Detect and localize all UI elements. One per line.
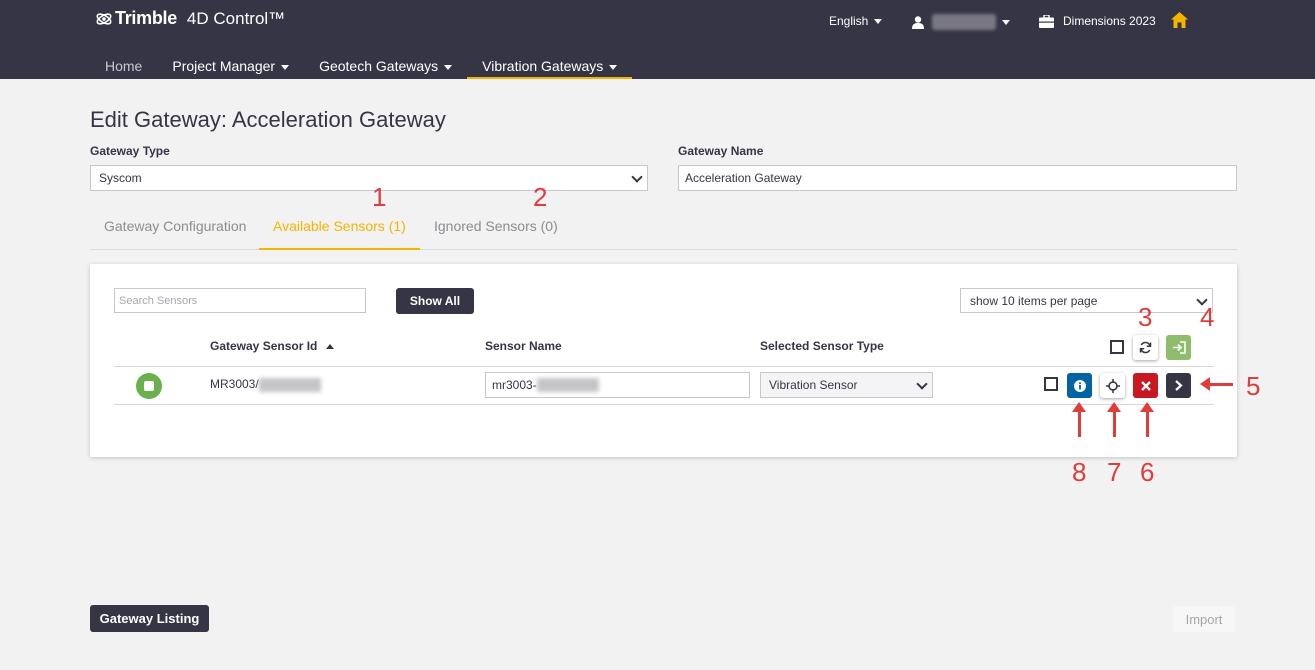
trimble-globe-icon <box>96 12 112 25</box>
chevron-down-icon <box>1002 19 1010 25</box>
chevron-down-icon <box>916 378 928 390</box>
annotation-arrow-7 <box>1107 402 1121 437</box>
tab-ignored-sensors[interactable]: Ignored Sensors (0) <box>420 205 572 250</box>
chevron-down-icon <box>631 171 643 183</box>
top-header: Trimble 4D Control™ English Dimensions 2… <box>0 0 1315 79</box>
chevron-down-icon <box>281 64 290 70</box>
gateway-listing-button[interactable]: Gateway Listing <box>90 605 209 632</box>
project-name: Dimensions 2023 <box>1063 14 1156 28</box>
crosshair-icon <box>1105 378 1120 393</box>
tab-label: Gateway Configuration <box>104 218 247 234</box>
annotation-arrow-5 <box>1200 377 1233 391</box>
language-dropdown[interactable]: English <box>829 14 883 28</box>
redacted-text <box>536 378 599 392</box>
annotation-7: 7 <box>1107 457 1122 487</box>
annotation-2: 2 <box>533 182 548 212</box>
annotation-6: 6 <box>1140 457 1155 487</box>
close-icon <box>1140 380 1151 391</box>
tab-gateway-configuration[interactable]: Gateway Configuration <box>90 205 260 250</box>
column-header-label: Gateway Sensor Id <box>210 339 318 353</box>
user-name-redacted <box>932 14 996 30</box>
vibration-sensor-icon <box>136 373 162 399</box>
sensor-id-text: MR3003/ <box>210 377 259 391</box>
nav-project-manager[interactable]: Project Manager <box>157 52 304 79</box>
chevron-down-icon <box>874 18 883 24</box>
tab-available-sensors[interactable]: Available Sensors (1) <box>259 205 420 250</box>
gateway-type-label: Gateway Type <box>90 144 170 158</box>
annotation-8: 8 <box>1072 457 1087 487</box>
project-selector[interactable]: Dimensions 2023 <box>1039 14 1156 28</box>
nav-geotech-gateways-label: Geotech Gateways <box>319 58 439 74</box>
sensors-card: Search Sensors Show All show 10 items pe… <box>90 264 1237 457</box>
select-all-checkbox[interactable] <box>1110 340 1124 354</box>
info-button[interactable] <box>1067 373 1092 398</box>
import-sensor-button[interactable] <box>1166 373 1191 398</box>
gateway-name-label: Gateway Name <box>678 144 764 158</box>
items-per-page-select[interactable]: show 10 items per page <box>960 288 1213 313</box>
nav-vibration-gateways[interactable]: Vibration Gateways <box>467 52 633 79</box>
annotation-3: 3 <box>1138 302 1153 332</box>
tab-label: Ignored Sensors (0) <box>434 218 558 234</box>
sensor-name-input[interactable]: mr3003- <box>485 372 750 398</box>
table-header-divider <box>114 366 1214 367</box>
column-header-sensor-id[interactable]: Gateway Sensor Id <box>210 339 335 353</box>
annotation-4: 4 <box>1200 302 1215 332</box>
sensor-name-text: mr3003- <box>492 378 537 392</box>
annotation-arrow-6 <box>1140 402 1154 437</box>
redacted-text <box>258 377 321 392</box>
annotation-arrow-8 <box>1072 402 1086 437</box>
locate-button[interactable] <box>1100 373 1125 398</box>
table-row-divider <box>114 404 1214 405</box>
annotation-5: 5 <box>1246 371 1261 401</box>
page-title: Edit Gateway: Acceleration Gateway <box>90 107 446 132</box>
gateway-listing-label: Gateway Listing <box>99 611 200 626</box>
gateway-type-select[interactable]: Syscom <box>90 165 648 191</box>
chevron-down-icon <box>609 64 618 70</box>
briefcase-icon <box>1039 14 1054 28</box>
info-icon <box>1073 379 1086 392</box>
nav-project-manager-label: Project Manager <box>172 58 276 74</box>
user-icon <box>912 15 924 29</box>
nav-home[interactable]: Home <box>90 52 157 79</box>
search-placeholder: Search Sensors <box>119 294 198 307</box>
main-nav: Home Project Manager Geotech Gateways Vi… <box>90 52 633 79</box>
sort-ascending-icon <box>326 344 335 350</box>
chevron-right-icon <box>1175 380 1183 391</box>
column-header-sensor-name: Sensor Name <box>485 339 562 353</box>
user-dropdown[interactable] <box>912 14 1010 30</box>
nav-vibration-gateways-label: Vibration Gateways <box>482 58 604 74</box>
per-page-value: show 10 items per page <box>970 293 1098 308</box>
brand-name: Trimble <box>115 8 177 28</box>
nav-home-label: Home <box>105 58 143 74</box>
ignore-sensor-button[interactable] <box>1133 373 1158 398</box>
search-sensors-input[interactable]: Search Sensors <box>114 288 366 313</box>
language-label: English <box>829 14 869 28</box>
refresh-icon <box>1139 341 1152 354</box>
import-button[interactable]: Import <box>1173 606 1235 632</box>
chevron-down-icon <box>444 64 453 70</box>
show-all-label: Show All <box>409 294 461 308</box>
home-icon[interactable] <box>1171 12 1188 28</box>
gateway-type-value: Syscom <box>99 171 142 185</box>
annotation-1: 1 <box>372 182 387 212</box>
sign-in-icon <box>1172 341 1186 354</box>
gateway-name-value: Acceleration Gateway <box>685 171 802 185</box>
show-all-button[interactable]: Show All <box>396 288 474 314</box>
import-selected-button[interactable] <box>1166 335 1191 360</box>
tab-label: Available Sensors (1) <box>273 218 406 234</box>
column-header-sensor-type: Selected Sensor Type <box>760 339 884 353</box>
brand-logo[interactable]: Trimble 4D Control™ <box>95 8 285 29</box>
gateway-tabs: Gateway Configuration Available Sensors … <box>90 205 1237 250</box>
sensor-type-select[interactable]: Vibration Sensor <box>760 372 933 398</box>
sensor-id-cell: MR3003/ <box>210 377 321 392</box>
product-name: 4D Control™ <box>186 8 286 28</box>
row-checkbox[interactable] <box>1044 377 1058 391</box>
sensor-type-value: Vibration Sensor <box>769 378 858 392</box>
import-label: Import <box>1185 611 1223 627</box>
nav-geotech-gateways[interactable]: Geotech Gateways <box>304 52 467 79</box>
gateway-name-input[interactable]: Acceleration Gateway <box>678 165 1237 191</box>
refresh-button[interactable] <box>1133 335 1158 360</box>
